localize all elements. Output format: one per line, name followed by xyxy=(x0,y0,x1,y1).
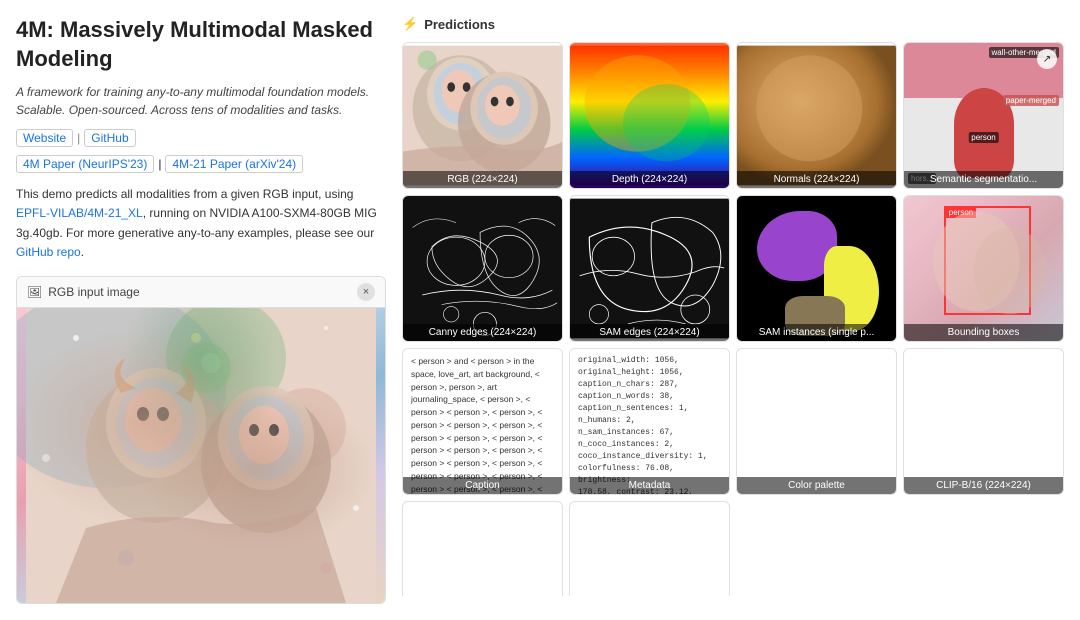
right-panel[interactable]: ⚡ Predictions xyxy=(402,16,1064,596)
rgb-canvas xyxy=(403,43,562,188)
grid-item-clip[interactable]: CLIP-B/16 (224×224) xyxy=(903,348,1064,495)
caption-label: Caption xyxy=(403,477,562,494)
link-separator-2: | xyxy=(158,157,161,171)
share-button[interactable]: ↗ xyxy=(1037,49,1057,69)
grid-item-canny[interactable]: Canny edges (224×224) xyxy=(402,195,563,342)
grid-item-rgb[interactable]: RGB (224×224) xyxy=(402,42,563,189)
model-link[interactable]: EPFL-VILAB/4M-21_XL xyxy=(16,206,143,220)
close-button[interactable]: × xyxy=(357,283,375,301)
metadata-text: original_width: 1056, original_height: 1… xyxy=(578,355,721,494)
link-separator-1: | xyxy=(77,131,80,145)
semantic-canvas: wall-other-merged paper-merged person ho… xyxy=(904,43,1063,188)
grid-item-caption[interactable]: < person > and < person > in the space, … xyxy=(402,348,563,495)
canny-canvas xyxy=(403,196,562,341)
left-panel: 4M: Massively Multimodal Masked Modeling… xyxy=(16,16,386,604)
caption-text: < person > and < person > in the space, … xyxy=(411,355,554,494)
website-link[interactable]: Website xyxy=(16,129,73,147)
predictions-icon: ⚡ xyxy=(402,16,418,32)
input-image-header: 🖼 RGB input image × xyxy=(17,277,385,308)
normals-canvas xyxy=(737,43,896,188)
sem-paper-label: paper-merged xyxy=(1003,95,1059,106)
links-row-1: Website | GitHub xyxy=(16,129,386,147)
sam-edges-canvas xyxy=(570,196,729,341)
tokenmap2-canvas xyxy=(570,502,729,596)
grid-item-semantic[interactable]: wall-other-merged paper-merged person ho… xyxy=(903,42,1064,189)
page-wrapper: 4M: Massively Multimodal Masked Modeling… xyxy=(0,0,1080,620)
arxiv-paper-link[interactable]: 4M-21 Paper (arXiv'24) xyxy=(165,155,303,173)
grid-item-color-palette[interactable]: Color palette xyxy=(736,348,897,495)
clip-canvas xyxy=(904,349,1063,494)
github-link[interactable]: GitHub xyxy=(84,129,135,147)
metadata-label: Metadata xyxy=(570,477,729,494)
normals-label: Normals (224×224) xyxy=(737,171,896,188)
tokenmap1-canvas xyxy=(403,502,562,596)
color-palette-label: Color palette xyxy=(737,477,896,494)
grid-item-tokenmap1[interactable]: Token map xyxy=(402,501,563,596)
grid-item-sam-instances[interactable]: SAM instances (single p... xyxy=(736,195,897,342)
grid-item-normals[interactable]: Normals (224×224) xyxy=(736,42,897,189)
input-image-container: 🖼 RGB input image × xyxy=(16,276,386,604)
input-image-label: RGB input image xyxy=(48,285,139,299)
input-image-body xyxy=(17,308,385,603)
page-description: A framework for training any-to-any mult… xyxy=(16,83,386,119)
palette-canvas xyxy=(737,349,896,494)
rgb-label: RGB (224×224) xyxy=(403,171,562,188)
sam-edges-label: SAM edges (224×224) xyxy=(570,324,729,341)
body-text: This demo predicts all modalities from a… xyxy=(16,185,386,262)
predictions-header: ⚡ Predictions xyxy=(402,16,1064,32)
image-icon: 🖼 xyxy=(27,285,42,299)
sam-instances-label: SAM instances (single p... xyxy=(737,324,896,341)
sam-instances-canvas xyxy=(737,196,896,341)
metadata-content: original_width: 1056, original_height: 1… xyxy=(570,349,729,494)
semantic-label: Semantic segmentatio... xyxy=(904,171,1063,188)
sem-person-label: person xyxy=(968,132,998,143)
canny-label: Canny edges (224×224) xyxy=(403,324,562,341)
depth-label: Depth (224×224) xyxy=(570,171,729,188)
clip-label: CLIP-B/16 (224×224) xyxy=(904,477,1063,494)
grid-item-tokenmap2[interactable]: Token map 2 xyxy=(569,501,730,596)
bboxes-canvas: person xyxy=(904,196,1063,341)
neurips-paper-link[interactable]: 4M Paper (NeurIPS'23) xyxy=(16,155,154,173)
input-image-svg xyxy=(17,308,385,603)
grid-item-metadata[interactable]: original_width: 1056, original_height: 1… xyxy=(569,348,730,495)
bboxes-label: Bounding boxes xyxy=(904,324,1063,341)
links-row-2: 4M Paper (NeurIPS'23) | 4M-21 Paper (arX… xyxy=(16,155,386,173)
caption-content: < person > and < person > in the space, … xyxy=(403,349,562,494)
grid-item-bboxes[interactable]: person Bounding boxes xyxy=(903,195,1064,342)
github-repo-link[interactable]: GitHub repo xyxy=(16,245,81,259)
predictions-grid: RGB (224×224) xyxy=(402,42,1064,596)
depth-canvas xyxy=(570,43,729,188)
predictions-label: Predictions xyxy=(424,17,495,32)
grid-item-sam-edges[interactable]: SAM edges (224×224) xyxy=(569,195,730,342)
page-title: 4M: Massively Multimodal Masked Modeling xyxy=(16,16,386,73)
grid-item-depth[interactable]: Depth (224×224) xyxy=(569,42,730,189)
